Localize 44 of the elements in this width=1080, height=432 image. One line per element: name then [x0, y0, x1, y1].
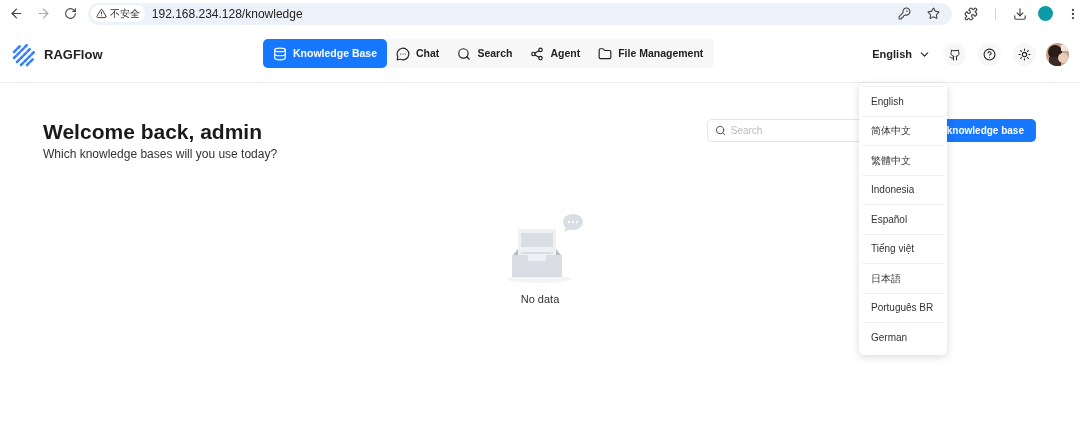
- address-bar[interactable]: 不安全 192.168.234.128/knowledge: [87, 2, 953, 25]
- language-option[interactable]: Tiếng việt: [862, 233, 944, 263]
- language-option[interactable]: German: [862, 322, 944, 352]
- help-button[interactable]: [978, 43, 1001, 66]
- app-name: RAGFlow: [44, 45, 103, 64]
- language-option[interactable]: 简体中文: [862, 115, 944, 145]
- help-icon: [983, 48, 996, 61]
- key-icon[interactable]: [898, 7, 912, 20]
- language-option[interactable]: 繁體中文: [862, 145, 944, 175]
- reload-icon[interactable]: [63, 7, 77, 20]
- language-selector[interactable]: English: [872, 46, 931, 63]
- url-text: 192.168.234.128/knowledge: [151, 5, 303, 23]
- language-option[interactable]: Español: [862, 204, 944, 234]
- extensions-icon[interactable]: [964, 6, 979, 21]
- warning-icon: [95, 8, 107, 19]
- language-option[interactable]: Português BR: [862, 292, 944, 322]
- language-option[interactable]: English: [862, 86, 944, 116]
- logo-icon: [12, 42, 36, 67]
- back-icon[interactable]: [9, 6, 24, 21]
- search-icon: [714, 125, 726, 136]
- nav-tab[interactable]: File Management: [589, 39, 713, 68]
- nav-tab[interactable]: Agent: [521, 39, 590, 68]
- nav-tab[interactable]: Knowledge Base: [263, 39, 388, 68]
- database-icon: [273, 46, 287, 61]
- security-chip[interactable]: 不安全: [90, 5, 145, 22]
- github-button[interactable]: [943, 43, 966, 66]
- language-option[interactable]: 日本語: [862, 263, 944, 293]
- security-label: 不安全: [109, 7, 140, 21]
- chat-icon: [396, 46, 411, 61]
- sun-icon: [1018, 48, 1031, 61]
- theme-button[interactable]: [1013, 43, 1036, 66]
- folder-icon: [598, 46, 613, 61]
- nodes-icon: [530, 46, 545, 61]
- welcome-title: Welcome back, admin: [43, 119, 264, 145]
- welcome-subtitle: Which knowledge bases will you use today?: [43, 146, 278, 163]
- nav-tab[interactable]: Search: [448, 39, 522, 68]
- language-option[interactable]: Indonesia: [862, 174, 944, 204]
- download-icon[interactable]: [1013, 6, 1028, 21]
- bookmark-star-icon[interactable]: [927, 7, 941, 20]
- nav-tab[interactable]: Chat: [387, 39, 449, 68]
- github-icon: [948, 48, 961, 61]
- search-icon: [457, 46, 472, 61]
- profile-avatar[interactable]: [1038, 6, 1054, 21]
- empty-message: No data: [520, 292, 560, 307]
